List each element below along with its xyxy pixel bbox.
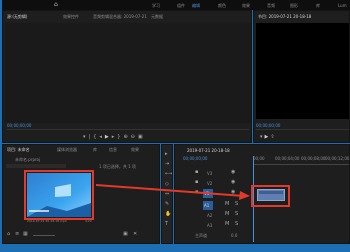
track-a1: A1 M S xyxy=(191,201,251,210)
play-icon[interactable]: ▶ xyxy=(105,134,112,140)
source-tabs: 源:(无剪辑) 效果控件 音频剪辑混合器: 2019-07-21 元数据 xyxy=(5,13,251,21)
solo-icon[interactable]: S xyxy=(235,221,238,227)
tab-media-browser[interactable]: 媒体浏览器 xyxy=(57,147,77,153)
track-select-icon[interactable]: ⇥ xyxy=(165,161,169,167)
lock-icon[interactable]: ⌂ xyxy=(7,231,10,237)
tab-audio-mixer[interactable]: 音频剪辑混合器: 2019-07-21 xyxy=(93,14,147,20)
ruler-mark: 00;00 xyxy=(253,156,265,161)
new-item-icon[interactable]: ▣ xyxy=(123,231,128,237)
solo-icon[interactable]: S xyxy=(235,201,238,207)
menu-items: 学习 组件 编辑 颜色 效果 音频 图形 库 Lum xyxy=(142,3,350,9)
program-controls: ▾▶⇪ xyxy=(260,134,277,140)
master-value: 0.0 xyxy=(231,233,238,238)
tab-libraries[interactable]: 库 xyxy=(93,147,97,153)
master-track: 主声道 0.0 xyxy=(191,232,251,240)
project-footer: ⌂ ≡ ▦ ▣ ✕ xyxy=(5,231,159,241)
track-label: A1 xyxy=(204,203,210,208)
track-label: A3 xyxy=(207,223,213,228)
program-title: 节目: 2019-07-21 20-18-18 xyxy=(258,14,312,19)
menu-editing[interactable]: 编辑 xyxy=(192,3,200,9)
source-scrubber[interactable] xyxy=(7,129,249,130)
project-name: 未命名.prproj xyxy=(15,157,41,162)
ruler-mark: 00;00;12;00 xyxy=(325,156,350,161)
program-timecode: 00;00;00;00 xyxy=(256,123,281,128)
text-tool-icon[interactable]: T xyxy=(165,221,168,227)
menu-libraries[interactable]: 库 xyxy=(316,3,320,9)
ruler-mark: 00;00;08;00 xyxy=(301,156,326,161)
track-v3: V3 ▪ ◉ xyxy=(191,169,251,178)
menu-more[interactable]: Lum xyxy=(338,3,347,8)
master-label: 主声道 xyxy=(195,233,207,238)
timeline-timecode: 00;00;00;00 xyxy=(183,156,208,161)
menu-graphics[interactable]: 图形 xyxy=(290,3,298,9)
item-count: 1 项已选择，共 1 项 xyxy=(99,164,136,169)
highlight-box-source xyxy=(24,170,94,220)
insert-icon[interactable]: ⊕ xyxy=(123,134,130,140)
program-lift-icon[interactable]: ⇪ xyxy=(270,134,276,140)
window-edge xyxy=(0,0,2,252)
timeline-title: 2019-07-21 20-18-18 xyxy=(187,148,230,153)
solo-icon[interactable]: S xyxy=(235,211,238,217)
home-icon[interactable]: ⌂ xyxy=(54,2,62,8)
mute-icon[interactable]: M xyxy=(225,201,229,207)
icon-view-icon[interactable]: ▦ xyxy=(23,231,28,237)
tab-effects[interactable]: 效果 xyxy=(131,147,139,153)
project-tabs: 项目: 未命名 媒体浏览器 库 信息 效果 xyxy=(5,146,159,153)
ruler-mark: 00;00;04;00 xyxy=(275,156,300,161)
source-controls: ▾|{◂▶▸}⊕⊖▣ xyxy=(83,134,193,141)
selection-tool-icon[interactable]: ▸ xyxy=(165,151,168,157)
tab-effect-controls[interactable]: 效果控件 xyxy=(63,14,79,20)
program-scrubber[interactable] xyxy=(256,129,349,130)
source-panel: 源:(无剪辑) 效果控件 音频剪辑混合器: 2019-07-21 元数据 00;… xyxy=(2,10,252,143)
menu-effects[interactable]: 效果 xyxy=(242,3,250,9)
eye-icon[interactable]: ◉ xyxy=(231,169,235,175)
highlight-box-target xyxy=(251,185,290,207)
zoom-slider[interactable] xyxy=(33,235,55,236)
lock-icon[interactable]: ▪ xyxy=(195,169,198,175)
tab-metadata[interactable]: 元数据 xyxy=(151,14,163,20)
mute-icon[interactable]: M xyxy=(225,221,229,227)
timeline-ruler[interactable]: 00;00 00;00;04;00 00;00;08;00 00;00;12;0… xyxy=(253,156,349,165)
mute-icon[interactable]: M xyxy=(225,211,229,217)
program-viewer xyxy=(256,23,349,119)
list-view-icon[interactable]: ≡ xyxy=(15,231,19,237)
tab-source[interactable]: 源:(无剪辑) xyxy=(7,14,27,20)
menu-color[interactable]: 颜色 xyxy=(218,3,226,9)
track-a2: A2 M S xyxy=(191,211,251,220)
source-viewer xyxy=(5,23,251,123)
menu-learn[interactable]: 学习 xyxy=(152,3,160,9)
program-panel: 节目: 2019-07-21 20-18-18 00;00;00;00 ▾▶⇪ xyxy=(253,10,350,143)
menu-audio[interactable]: 音频 xyxy=(267,3,275,9)
drag-arrow-icon xyxy=(95,184,250,200)
menu-bar: ⌂ 学习 组件 编辑 颜色 效果 音频 图形 库 Lum xyxy=(2,0,350,10)
tab-info[interactable]: 信息 xyxy=(109,147,117,153)
track-label: V3 xyxy=(207,171,213,176)
pen-icon[interactable]: ✎ xyxy=(165,201,169,207)
trash-icon[interactable]: ✕ xyxy=(133,231,137,237)
export-frame-icon[interactable]: ▣ xyxy=(138,134,146,140)
track-a3: A3 M S xyxy=(191,221,251,230)
tab-project[interactable]: 项目: 未命名 xyxy=(7,147,30,153)
ripple-edit-icon[interactable]: ⟷ xyxy=(165,171,172,177)
project-search-input[interactable] xyxy=(6,164,66,168)
hand-icon[interactable]: ✋ xyxy=(165,211,171,217)
menu-assembly[interactable]: 组件 xyxy=(177,3,185,9)
overwrite-icon[interactable]: ⊖ xyxy=(131,134,138,140)
source-timecode: 00;00;00;00 xyxy=(7,123,32,128)
track-label: A2 xyxy=(207,213,213,218)
